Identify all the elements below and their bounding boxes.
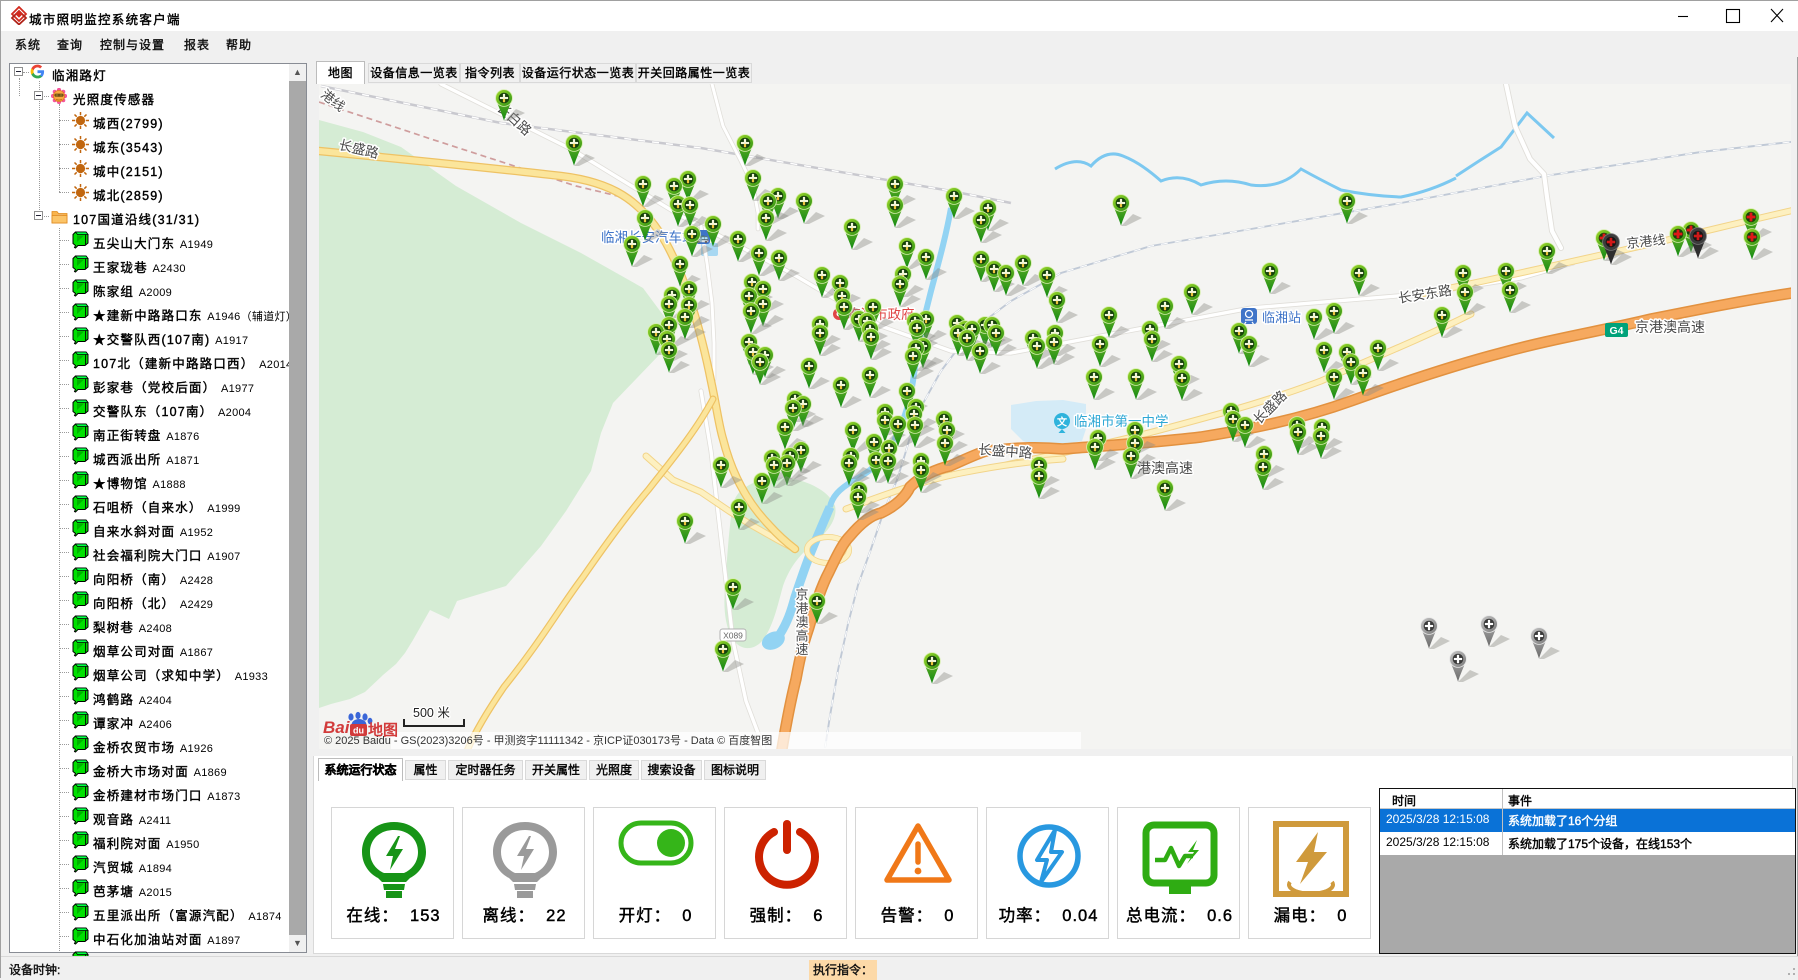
svg-text:X089: X089 <box>723 631 743 641</box>
svg-text:临湘市第一中学: 临湘市第一中学 <box>1074 413 1169 429</box>
svg-text:500 米: 500 米 <box>413 706 450 720</box>
svg-text:京港澳高速: 京港澳高速 <box>1635 319 1705 335</box>
svg-text:京: 京 <box>795 587 808 602</box>
svg-text:速: 速 <box>795 642 808 657</box>
svg-text:高: 高 <box>795 628 808 643</box>
svg-text:G4: G4 <box>1609 325 1623 337</box>
svg-text:© 2025 Baidu - GS(2023)3206号 -: © 2025 Baidu - GS(2023)3206号 - 甲测资字11111… <box>324 733 772 747</box>
svg-text:澳: 澳 <box>795 615 808 630</box>
svg-text:临湘站: 临湘站 <box>1262 310 1301 325</box>
svg-text:文: 文 <box>1057 416 1068 429</box>
svg-text:港: 港 <box>795 601 808 616</box>
svg-text:du: du <box>353 726 364 736</box>
